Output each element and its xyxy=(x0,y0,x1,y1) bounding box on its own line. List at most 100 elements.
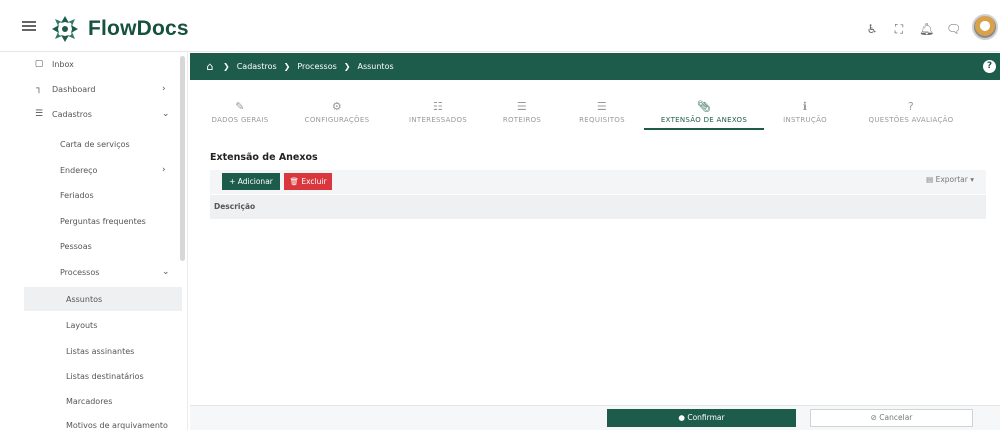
tab-label: REQUISITOS xyxy=(579,116,625,124)
gears-icon: ⚙ xyxy=(331,100,343,113)
sidebar-item-listas-assinantes[interactable]: Listas assinantes xyxy=(0,339,182,363)
app-name: FlowDocs xyxy=(88,17,189,40)
tab-requisitos[interactable]: ☰ REQUISITOS xyxy=(560,100,644,130)
delete-button-label: Excluir xyxy=(301,177,327,186)
breadcrumb-item[interactable]: Processos xyxy=(297,62,336,71)
menu-icon[interactable] xyxy=(22,21,36,31)
paperclip-icon: 📎︎ xyxy=(696,100,712,113)
home-icon[interactable]: ⌂ xyxy=(204,60,216,73)
cancel-button-label: Cancelar xyxy=(879,413,913,422)
footer-actions: ● Confirmar ⊘ Cancelar xyxy=(190,405,1000,430)
sidebar-item-listas-destinatarios[interactable]: Listas destinatários xyxy=(0,364,182,388)
chevron-down-icon: ⌄ xyxy=(162,109,170,119)
sidebar: ▢ Inbox ┐ Dashboard › ☰ Cadastros ⌄ Cart… xyxy=(0,52,188,430)
sidebar-item-pessoas[interactable]: Pessoas xyxy=(0,234,182,258)
chevron-right-icon: › xyxy=(162,84,166,94)
sidebar-item-label: Layouts xyxy=(66,320,98,330)
tab-questoes-avaliacao[interactable]: ? QUESTÕES AVALIAÇÃO xyxy=(846,100,976,130)
tab-configuracoes[interactable]: ⚙ CONFIGURAÇÕES xyxy=(282,100,392,130)
tab-label: EXTENSÃO DE ANEXOS xyxy=(660,116,748,124)
sidebar-item-label: Endereço xyxy=(60,165,98,175)
section-title: Extensão de Anexos xyxy=(210,152,318,163)
bell-icon[interactable]: 🔔︎ xyxy=(919,22,934,36)
sidebar-item-layouts[interactable]: Layouts xyxy=(0,313,182,337)
export-icon: ▤ xyxy=(926,175,936,184)
sidebar-item-label: Marcadores xyxy=(66,396,113,406)
sidebar-item-label: Cadastros xyxy=(52,109,92,119)
sidebar-item-label: Processos xyxy=(60,267,100,277)
help-icon[interactable]: ? xyxy=(983,60,996,73)
chevron-right-icon: ❯ xyxy=(223,62,230,71)
export-button[interactable]: ▤ Exportar ▾ xyxy=(926,175,974,184)
breadcrumb-item[interactable]: Cadastros xyxy=(237,62,277,71)
top-header: FlowDocs ♿ ⛶ 🔔︎ 🗨︎ xyxy=(0,0,1000,52)
sidebar-item-dashboard[interactable]: ┐ Dashboard › xyxy=(0,77,182,101)
chevron-down-icon: ▾ xyxy=(967,175,974,184)
tab-dados-gerais[interactable]: ✎ DADOS GERAIS xyxy=(198,100,282,130)
tab-label: DADOS GERAIS xyxy=(211,116,269,124)
chevron-right-icon: › xyxy=(162,165,166,175)
plus-icon: + xyxy=(229,177,238,186)
chart-icon: ┐ xyxy=(36,84,42,94)
list-icon: ☰ xyxy=(516,100,528,113)
inbox-icon: ▢ xyxy=(34,59,44,69)
chat-icon[interactable]: 🗨︎ xyxy=(946,22,961,36)
sidebar-item-label: Pessoas xyxy=(60,241,92,251)
sidebar-item-label: Dashboard xyxy=(52,84,96,94)
grid-toolbar: + Adicionar 🗑︎ Excluir ▤ Exportar ▾ xyxy=(210,170,986,194)
accessibility-icon[interactable]: ♿ xyxy=(865,22,879,36)
sidebar-item-assuntos[interactable]: Assuntos xyxy=(24,287,182,311)
tab-instrucao[interactable]: ℹ INSTRUÇÃO xyxy=(764,100,846,130)
list-icon: ☰ xyxy=(34,109,44,119)
sidebar-item-perguntas-frequentes[interactable]: Perguntas frequentes xyxy=(0,209,182,233)
add-button[interactable]: + Adicionar xyxy=(222,173,280,190)
sidebar-item-label: Carta de serviços xyxy=(60,139,130,149)
confirm-button[interactable]: ● Confirmar xyxy=(607,409,796,427)
add-button-label: Adicionar xyxy=(237,177,273,186)
tabs: ✎ DADOS GERAIS ⚙ CONFIGURAÇÕES ☷ INTERES… xyxy=(198,100,990,130)
edit-icon: ✎ xyxy=(235,100,245,113)
sidebar-item-motivos-de-arquivamento[interactable]: Motivos de arquivamento xyxy=(0,413,182,430)
brand[interactable]: FlowDocs xyxy=(50,14,189,44)
chevron-right-icon: ❯ xyxy=(343,62,351,71)
delete-button[interactable]: 🗑︎ Excluir xyxy=(284,173,332,190)
ban-icon: ⊘ xyxy=(870,413,880,422)
sidebar-item-label: Perguntas frequentes xyxy=(60,216,146,226)
sidebar-item-carta-de-servicos[interactable]: Carta de serviços xyxy=(0,132,182,156)
sidebar-item-feriados[interactable]: Feriados xyxy=(0,183,182,207)
check-circle-icon: ● xyxy=(678,413,688,422)
chevron-down-icon: ⌄ xyxy=(162,267,170,277)
tab-label: QUESTÕES AVALIAÇÃO xyxy=(868,116,954,124)
sidebar-item-inbox[interactable]: ▢ Inbox xyxy=(0,52,182,76)
trash-icon: 🗑︎ xyxy=(289,177,302,186)
table-header: Descrição xyxy=(210,195,986,219)
tab-roteiros[interactable]: ☰ ROTEIROS xyxy=(484,100,560,130)
sidebar-item-label: Listas assinantes xyxy=(66,346,135,356)
export-button-label: Exportar xyxy=(935,175,968,184)
question-icon: ? xyxy=(907,100,915,113)
users-icon: ☷ xyxy=(432,100,444,113)
cancel-button[interactable]: ⊘ Cancelar xyxy=(810,409,973,427)
info-icon: ℹ xyxy=(802,100,808,113)
table-body xyxy=(210,219,986,399)
fullscreen-icon[interactable]: ⛶ xyxy=(892,22,906,36)
column-header-descricao[interactable]: Descrição xyxy=(214,202,255,211)
sidebar-item-label: Feriados xyxy=(60,190,94,200)
header-icons: ♿ ⛶ 🔔︎ 🗨︎ xyxy=(865,22,962,36)
sidebar-item-processos[interactable]: Processos ⌄ xyxy=(0,260,182,284)
chevron-right-icon: ❯ xyxy=(283,62,291,71)
tab-label: INSTRUÇÃO xyxy=(783,116,827,124)
sidebar-item-cadastros[interactable]: ☰ Cadastros ⌄ xyxy=(0,102,182,126)
tab-interessados[interactable]: ☷ INTERESSADOS xyxy=(392,100,484,130)
sidebar-item-endereco[interactable]: Endereço › xyxy=(0,158,182,182)
sidebar-item-label: Motivos de arquivamento xyxy=(66,420,168,430)
tab-extensao-de-anexos[interactable]: 📎︎ EXTENSÃO DE ANEXOS xyxy=(644,100,764,130)
tab-label: CONFIGURAÇÕES xyxy=(304,116,370,124)
tab-label: INTERESSADOS xyxy=(408,116,468,124)
sidebar-item-label: Inbox xyxy=(52,59,74,69)
sidebar-item-marcadores[interactable]: Marcadores xyxy=(0,389,182,413)
tab-label: ROTEIROS xyxy=(502,116,542,124)
flowdocs-logo-icon xyxy=(52,16,78,42)
breadcrumb-item[interactable]: Assuntos xyxy=(357,62,393,71)
avatar[interactable] xyxy=(972,14,998,40)
